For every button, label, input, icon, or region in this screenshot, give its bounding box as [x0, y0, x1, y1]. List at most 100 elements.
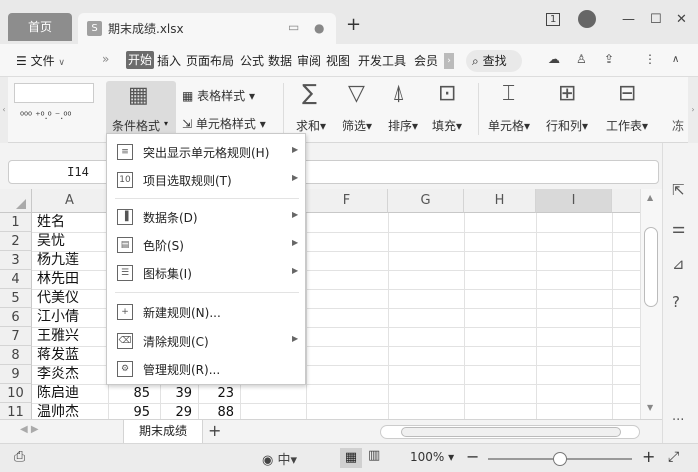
freeze-label[interactable]: 冻 [672, 117, 684, 134]
cell-score[interactable]: 39 [156, 384, 192, 403]
minimize-icon[interactable]: — [622, 12, 635, 27]
cell-name[interactable]: 代美仪 [37, 289, 79, 308]
share-user-icon[interactable]: ♙ [576, 52, 587, 66]
row-header[interactable]: 1 [0, 213, 32, 232]
menu-item-top-bottom-rules[interactable]: 10 项目选取规则(T) ▶ [107, 166, 305, 194]
cell-name[interactable]: 江小倩 [37, 308, 79, 327]
cell-name[interactable]: 王雅兴 [37, 327, 79, 346]
table-style-button[interactable]: ▦ 表格样式 ▾ [182, 87, 255, 104]
cell-name[interactable]: 李炎杰 [37, 365, 79, 384]
search-input[interactable]: ⌕ 查找 [466, 50, 522, 72]
menu-item-clear-rules[interactable]: ⌫ 清除规则(C) ▶ [107, 327, 305, 355]
zoom-out-button[interactable]: − [466, 447, 479, 466]
home-tab[interactable]: 首页 [8, 13, 72, 41]
row-header[interactable]: 9 [0, 365, 32, 384]
menu-start[interactable]: 开始 [126, 51, 155, 69]
conditional-format-button[interactable]: ▦ 条件格式 ▾ [106, 81, 176, 139]
avatar[interactable] [578, 10, 596, 28]
cell-score[interactable]: 85 [114, 384, 150, 403]
close-icon[interactable]: ✕ [676, 12, 687, 27]
column-header-h[interactable]: H [464, 189, 536, 213]
more-menus-button[interactable]: » [102, 52, 109, 66]
scroll-thumb[interactable] [644, 227, 658, 307]
menu-data[interactable]: 数据 [268, 52, 292, 69]
horizontal-scrollbar[interactable] [380, 425, 640, 439]
decimal-format-icons[interactable]: ⁰⁰⁰ ⁺⁰.⁰ ⁻.⁰⁰ [20, 111, 71, 122]
menu-item-new-rule[interactable]: + 新建规则(N)... [107, 298, 305, 326]
vertical-scrollbar[interactable]: ▲ ▼ [640, 189, 662, 419]
select-all-corner[interactable] [0, 189, 32, 213]
file-menu-button[interactable]: ☰ 文件 ∨ [16, 52, 65, 69]
maximize-icon[interactable]: ☐ [650, 12, 662, 27]
cursor-select-icon[interactable]: ⇱ [672, 181, 685, 199]
scroll-up-icon[interactable]: ▲ [647, 193, 653, 202]
monitor-icon[interactable]: ▭ [288, 20, 299, 34]
number-format-select[interactable] [14, 83, 94, 103]
zoom-slider-handle[interactable] [553, 452, 567, 466]
row-header[interactable]: 3 [0, 251, 32, 270]
help-icon[interactable]: ? [672, 293, 680, 311]
normal-view-button[interactable]: ▦ [340, 448, 362, 468]
cell-name[interactable]: 蒋发蓝 [37, 346, 79, 365]
menu-page-layout[interactable]: 页面布局 [186, 52, 234, 69]
ribbon-scroll-left-icon[interactable]: ‹ [0, 77, 8, 143]
column-header-i[interactable]: I [536, 189, 612, 213]
more-options-icon[interactable]: ⋮ [644, 52, 656, 66]
cloud-icon[interactable]: ☁ [548, 52, 560, 66]
menu-item-data-bars[interactable]: ▐ 数据条(D) ▶ [107, 203, 305, 231]
ribbon-scroll-right-icon[interactable]: › [688, 77, 698, 143]
menu-item-manage-rules[interactable]: ⚙ 管理规则(R)... [107, 355, 305, 383]
row-header[interactable]: 2 [0, 232, 32, 251]
slider-settings-icon[interactable]: ⚌ [672, 219, 685, 237]
window-count-badge[interactable]: 1 [546, 13, 561, 26]
macro-record-icon[interactable]: ⎙ [14, 449, 25, 465]
row-header[interactable]: 11 [0, 403, 32, 419]
cell-name[interactable]: 林先田 [37, 270, 79, 289]
scroll-down-icon[interactable]: ▼ [647, 403, 653, 412]
page-view-button[interactable]: ▥ [368, 448, 380, 463]
cell-name[interactable]: 杨九莲 [37, 251, 79, 270]
menu-member[interactable]: 会员 [414, 52, 438, 69]
new-tab-button[interactable]: + [346, 14, 361, 35]
menu-review[interactable]: 审阅 [297, 52, 321, 69]
fullscreen-icon[interactable]: ⤢ [668, 449, 679, 465]
row-header[interactable]: 7 [0, 327, 32, 346]
menu-item-color-scales[interactable]: ▤ 色阶(S) ▶ [107, 231, 305, 259]
row-header[interactable]: 6 [0, 308, 32, 327]
cell-score[interactable]: 95 [114, 403, 150, 419]
eye-protection-icon[interactable]: ◉ 中▾ [262, 449, 297, 468]
cell-name[interactable]: 姓名 [37, 213, 65, 232]
menu-scroll-right-icon[interactable]: › [444, 53, 454, 69]
cell-score[interactable]: 23 [198, 384, 234, 403]
cell-name[interactable]: 吴忧 [37, 232, 65, 251]
column-header-g[interactable]: G [388, 189, 464, 213]
export-icon[interactable]: ⇪ [604, 52, 614, 66]
formula-input[interactable] [305, 160, 659, 184]
menu-developer[interactable]: 开发工具 [358, 52, 406, 69]
format-icon[interactable]: ⊿ [672, 255, 685, 273]
menu-formula[interactable]: 公式 [240, 52, 264, 69]
menu-insert[interactable]: 插入 [157, 52, 181, 69]
more-dots-icon[interactable]: ··· [672, 413, 684, 428]
column-header-j[interactable] [612, 189, 642, 213]
row-header[interactable]: 5 [0, 289, 32, 308]
row-header[interactable]: 4 [0, 270, 32, 289]
sheet-nav-icons[interactable]: ◀ ▶ [20, 424, 39, 435]
add-sheet-button[interactable]: + [208, 421, 221, 440]
horizontal-scroll-thumb[interactable] [401, 427, 621, 437]
zoom-level[interactable]: 100% ▾ [410, 450, 454, 464]
column-header-f[interactable]: F [306, 189, 388, 213]
collapse-ribbon-icon[interactable]: ∧ [672, 54, 679, 65]
menu-item-icon-sets[interactable]: ☰ 图标集(I) ▶ [107, 259, 305, 287]
menu-view[interactable]: 视图 [326, 52, 350, 69]
cell-style-button[interactable]: ⇲ 单元格样式 ▾ [182, 115, 266, 132]
menu-item-highlight-cell-rules[interactable]: ≡ 突出显示单元格规则(H) ▶ [107, 138, 305, 166]
column-header-a[interactable]: A [32, 189, 108, 213]
row-header[interactable]: 10 [0, 384, 32, 403]
cell-score[interactable]: 29 [156, 403, 192, 419]
row-header[interactable]: 8 [0, 346, 32, 365]
zoom-in-button[interactable]: + [642, 447, 655, 466]
file-tab[interactable]: S 期末成绩.xlsx ▭ ● [78, 13, 336, 44]
sheet-tab-active[interactable]: 期末成绩 [123, 420, 203, 444]
cell-name[interactable]: 温帅杰 [37, 403, 79, 419]
